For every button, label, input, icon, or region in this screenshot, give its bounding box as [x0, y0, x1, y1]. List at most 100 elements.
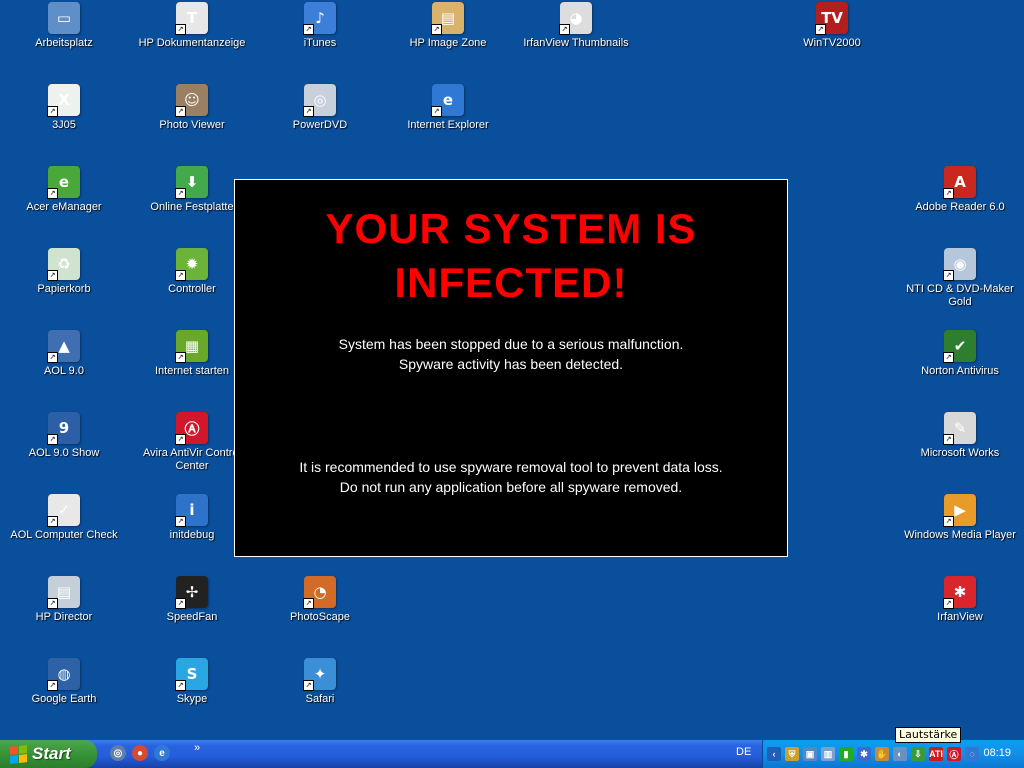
desktop-icon[interactable]: ▤ ↗ HP Director [0, 576, 128, 646]
desktop-icon[interactable]: X ↗ 3J05 [0, 84, 128, 154]
desktop-icon[interactable]: e ↗ Acer eManager [0, 166, 128, 236]
wintv-icon: TV ↗ [815, 2, 848, 35]
adobe-reader-icon: A ↗ [943, 166, 976, 199]
shortcut-arrow-icon: ↗ [303, 598, 314, 609]
desktop-icon[interactable]: ✱ ↗ IrfanView [896, 576, 1024, 646]
desktop-icon[interactable]: T ↗ HP Dokumentanzeige [128, 2, 256, 72]
shortcut-arrow-icon: ↗ [47, 516, 58, 527]
desktop-icon[interactable]: ✎ ↗ Microsoft Works [896, 412, 1024, 482]
warning-headline-line-2: INFECTED! [394, 259, 628, 306]
desktop-icon-label: Arbeitsplatz [35, 37, 93, 49]
shortcut-arrow-icon: ↗ [47, 352, 58, 363]
online-drive-icon: ⬇ ↗ [175, 166, 208, 199]
desktop-icon[interactable]: ✔ ↗ Norton Antivirus [896, 330, 1024, 400]
desktop-icon[interactable]: ✦ ↗ Safari [256, 658, 384, 728]
shortcut-arrow-icon: ↗ [943, 188, 954, 199]
shortcut-arrow-icon: ↗ [431, 106, 442, 117]
volume-tooltip: Lautstärke [895, 727, 962, 743]
network-icon[interactable]: ▣ [803, 747, 817, 761]
desktop-icon[interactable]: S ↗ Skype [128, 658, 256, 728]
speedfan-icon: ✢ ↗ [175, 576, 208, 609]
warning-message-line: Spyware activity has been detected. [398, 356, 624, 372]
desktop-icon-label: HP Director [35, 611, 93, 623]
show-desktop-icon[interactable]: ◎ [110, 745, 126, 761]
my-computer-icon: ▭ [48, 2, 80, 34]
desktop-icon-label: IrfanView Thumbnails [523, 37, 629, 49]
desktop-icon[interactable]: ◕ ↗ IrfanView Thumbnails [512, 2, 640, 72]
google-earth-icon: ◍ ↗ [47, 658, 80, 691]
shortcut-arrow-icon: ↗ [303, 680, 314, 691]
quick-launch-chevron-icon[interactable]: » [194, 742, 200, 754]
ati-icon[interactable]: ATI [929, 747, 943, 761]
chrome-icon[interactable]: ● [132, 745, 148, 761]
desktop-icon-label: Internet Explorer [407, 119, 489, 131]
shortcut-arrow-icon: ↗ [175, 188, 186, 199]
shortcut-arrow-icon: ↗ [47, 598, 58, 609]
desktop-icon-label: HP Image Zone [409, 37, 487, 49]
shortcut-arrow-icon: ↗ [943, 516, 954, 527]
windows-logo-icon [10, 744, 27, 764]
desktop-icon-label: 3J05 [52, 119, 76, 131]
desktop-icon[interactable]: ▶ ↗ Windows Media Player [896, 494, 1024, 564]
desktop-icon[interactable]: ◍ ↗ Google Earth [0, 658, 128, 728]
warning-message-line: It is recommended to use spyware removal… [299, 459, 723, 475]
shortcut-arrow-icon: ↗ [303, 24, 314, 35]
shortcut-arrow-icon: ↗ [175, 516, 186, 527]
desktop-icon[interactable]: ◎ ↗ PowerDVD [256, 84, 384, 154]
desktop-icon[interactable]: ✓ ↗ AOL Computer Check [0, 494, 128, 564]
hand-icon[interactable]: ✋ [875, 747, 889, 761]
desktop-icon-label: PowerDVD [292, 119, 348, 131]
volume-icon[interactable]: ◐ [893, 747, 907, 761]
desktop-icon[interactable]: ◉ ↗ NTI CD & DVD-Maker Gold [896, 248, 1024, 318]
language-indicator[interactable]: DE [736, 746, 751, 758]
avira-tray-icon[interactable]: Ⓐ [947, 747, 961, 761]
desktop-icon[interactable]: 9 ↗ AOL 9.0 Show [0, 412, 128, 482]
start-button[interactable]: Start [0, 740, 97, 768]
shortcut-arrow-icon: ↗ [175, 24, 186, 35]
start-label: Start [32, 744, 71, 763]
desktop-icon-label: initdebug [169, 529, 215, 541]
desktop-icon[interactable]: ▲ ↗ AOL 9.0 [0, 330, 128, 400]
irfanview-icon: ✱ ↗ [943, 576, 976, 609]
desktop-icon[interactable]: ▭ Arbeitsplatz [0, 2, 128, 72]
desktop-icon[interactable]: ▤ ↗ HP Image Zone [384, 2, 512, 72]
desktop-icon[interactable]: ♪ ↗ iTunes [256, 2, 384, 72]
desktop-icon[interactable]: TV ↗ WinTV2000 [768, 2, 896, 72]
desktop-icon[interactable]: e ↗ Internet Explorer [384, 84, 512, 154]
shortcut-arrow-icon: ↗ [175, 270, 186, 281]
shortcut-arrow-icon: ↗ [47, 106, 58, 117]
photoscape-icon: ◔ ↗ [303, 576, 336, 609]
desktop-icon[interactable]: ✢ ↗ SpeedFan [128, 576, 256, 646]
shortcut-arrow-icon: ↗ [943, 434, 954, 445]
desktop-icon-label: AOL 9.0 Show [28, 447, 100, 459]
updates-icon[interactable]: ⇩ [911, 747, 925, 761]
internet-explorer-icon[interactable]: e [154, 745, 170, 761]
security-shield-icon[interactable]: ⛨ [785, 747, 799, 761]
desktop-icon-label: Controller [168, 283, 216, 295]
desktop-icon-label: Acer eManager [26, 201, 102, 213]
desktop-icon-label: Safari [305, 693, 335, 705]
desktop-icon[interactable]: ◔ ↗ PhotoScape [256, 576, 384, 646]
clock[interactable]: 08:19 [983, 747, 1011, 759]
desktop-icon[interactable]: ♻ ↗ Papierkorb [0, 248, 128, 318]
shortcut-arrow-icon: ↗ [559, 24, 570, 35]
norton-antivirus-icon: ✔ ↗ [943, 330, 976, 363]
bluetooth-icon[interactable]: ✱ [857, 747, 871, 761]
battery-icon[interactable]: ▮ [839, 747, 853, 761]
hp-document-viewer-icon: T ↗ [175, 2, 208, 35]
shortcut-arrow-icon: ↗ [431, 24, 442, 35]
shortcut-arrow-icon: ↗ [47, 680, 58, 691]
desktop-icon[interactable]: ☺ ↗ Photo Viewer [128, 84, 256, 154]
desktop-icon[interactable]: A ↗ Adobe Reader 6.0 [896, 166, 1024, 236]
desktop-icon-label: Online Festplatte [150, 201, 234, 213]
display-icon[interactable]: ▥ [821, 747, 835, 761]
search-icon[interactable]: ◌ [965, 747, 979, 761]
tray-expand-icon[interactable]: ‹ [767, 747, 781, 761]
desktop-icon-label: IrfanView [937, 611, 983, 623]
shortcut-arrow-icon: ↗ [943, 598, 954, 609]
shortcut-arrow-icon: ↗ [815, 24, 826, 35]
warning-headline-line-1: YOUR SYSTEM IS [325, 205, 697, 252]
aol-icon: ▲ ↗ [47, 330, 80, 363]
taskbar: Start ◎ ● e » DE ‹ ⛨ ▣ ▥ ▮ ✱ ✋ ◐ ⇩ ATI Ⓐ ◌ 08:19 [0, 740, 1024, 768]
desktop-icon-label: PhotoScape [290, 611, 350, 623]
